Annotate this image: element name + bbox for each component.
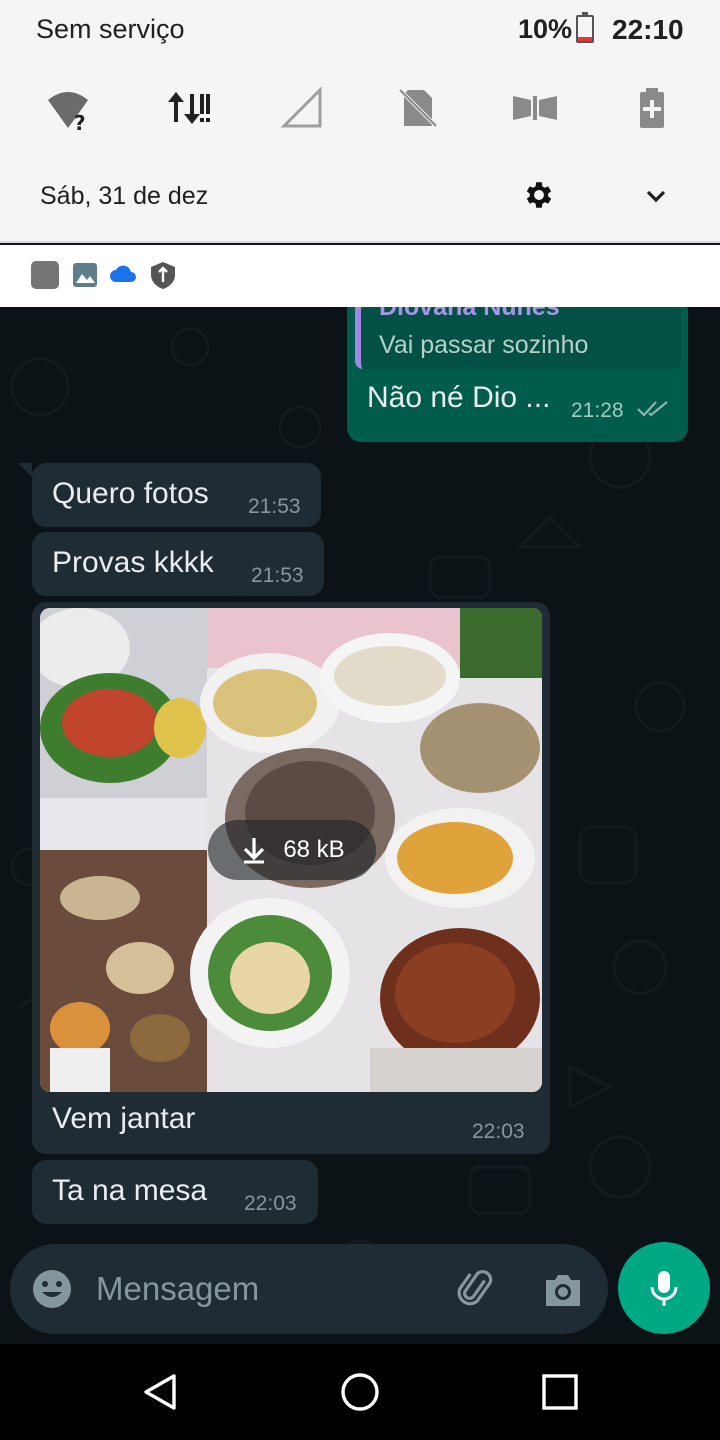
- vpn-shield-icon: [151, 262, 175, 289]
- wifi-unknown-icon[interactable]: ?: [38, 78, 98, 138]
- message-text: Ta na mesa: [52, 1174, 208, 1207]
- cloud-icon: [110, 265, 136, 282]
- incoming-image-message[interactable]: 68 kB Vem jantar 22:03: [32, 602, 550, 1154]
- incoming-message-bubble[interactable]: Provas kkkk 21:53: [32, 532, 324, 596]
- settings-gear-icon[interactable]: [522, 178, 556, 212]
- quoted-message[interactable]: Diovana Nunes Vai passar sozinho: [355, 307, 681, 369]
- message-time: 21:53: [251, 564, 304, 587]
- message-text: Quero fotos: [52, 477, 209, 510]
- message-composer: [10, 1244, 608, 1334]
- chat-area[interactable]: Diovana Nunes Vai passar sozinho Não né …: [0, 307, 720, 1344]
- outgoing-message-bubble[interactable]: Diovana Nunes Vai passar sozinho Não né …: [347, 307, 688, 442]
- emoji-icon[interactable]: [32, 1269, 72, 1309]
- download-size: 68 kB: [283, 836, 345, 863]
- camera-icon[interactable]: [542, 1270, 584, 1310]
- mobile-data-icon[interactable]: [158, 78, 218, 138]
- notification-icons-bar: [0, 245, 720, 307]
- notification-shade: Sem serviço 10% 22:10 ? Sáb, 31 de dez: [0, 0, 720, 243]
- microphone-icon: [650, 1271, 678, 1306]
- status-clock: 22:10: [612, 14, 684, 45]
- message-time: 21:28: [571, 399, 624, 422]
- quoted-author: Diovana Nunes: [379, 307, 560, 321]
- message-time: 21:53: [248, 495, 301, 518]
- svg-text:?: ?: [74, 111, 86, 132]
- gallery-icon: [73, 263, 97, 287]
- signal-icon[interactable]: [272, 78, 332, 138]
- message-time: 22:03: [244, 1192, 297, 1215]
- download-button[interactable]: 68 kB: [208, 820, 376, 880]
- recents-icon[interactable]: [540, 1372, 580, 1412]
- image-caption: Vem jantar: [52, 1102, 196, 1135]
- sim-off-icon[interactable]: [388, 78, 448, 138]
- system-navigation-bar: [0, 1344, 720, 1440]
- bubble-tail: [18, 463, 32, 477]
- chevron-down-icon[interactable]: [640, 180, 672, 212]
- photo-collage[interactable]: 68 kB: [40, 608, 542, 1092]
- attach-clip-icon[interactable]: [456, 1268, 498, 1310]
- back-icon[interactable]: [140, 1372, 180, 1412]
- read-ticks-icon: [637, 401, 668, 417]
- shade-date: Sáb, 31 de dez: [40, 182, 209, 210]
- message-input[interactable]: [96, 1264, 426, 1314]
- quoted-text: Vai passar sozinho: [379, 331, 589, 359]
- carrier-status: Sem serviço: [36, 14, 185, 44]
- message-text: Não né Dio ...: [367, 381, 551, 414]
- message-text: Provas kkkk: [52, 546, 214, 579]
- battery-saver-icon[interactable]: [622, 78, 682, 138]
- message-time: 22:03: [472, 1120, 525, 1143]
- incoming-message-bubble[interactable]: Ta na mesa 22:03: [32, 1160, 318, 1224]
- download-arrow-icon: [244, 838, 265, 864]
- app-square-icon: [31, 261, 59, 289]
- battery-icon: [576, 12, 594, 43]
- home-icon[interactable]: [340, 1372, 380, 1412]
- voice-record-button[interactable]: [618, 1242, 710, 1334]
- incoming-message-bubble[interactable]: Quero fotos 21:53: [32, 463, 321, 527]
- battery-percentage: 10%: [518, 14, 573, 44]
- quick-settings-row: ?: [0, 78, 720, 138]
- flip-icon[interactable]: [505, 78, 565, 138]
